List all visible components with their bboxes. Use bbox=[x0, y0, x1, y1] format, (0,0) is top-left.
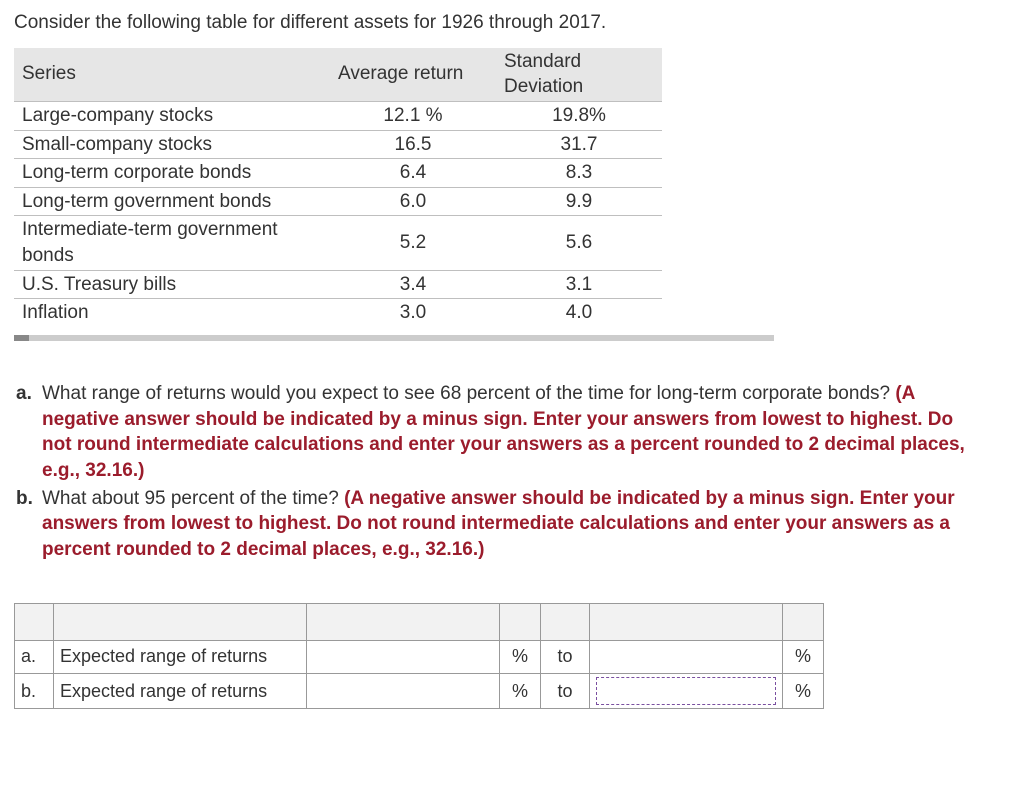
answer-index: a. bbox=[15, 640, 54, 673]
series-cell: Small-company stocks bbox=[14, 130, 330, 159]
answer-table: a. Expected range of returns % to % b. E… bbox=[14, 603, 824, 709]
series-cell: Long-term corporate bonds bbox=[14, 159, 330, 188]
avg-cell: 6.0 bbox=[330, 187, 496, 216]
sd-cell: 4.0 bbox=[496, 299, 662, 327]
series-cell: Inflation bbox=[14, 299, 330, 327]
sd-cell: 9.9 bbox=[496, 187, 662, 216]
table-row: Small-company stocks 16.5 31.7 bbox=[14, 130, 662, 159]
table-row: Long-term government bonds 6.0 9.9 bbox=[14, 187, 662, 216]
to-label: to bbox=[541, 640, 590, 673]
sd-cell: 3.1 bbox=[496, 270, 662, 299]
series-cell: Large-company stocks bbox=[14, 101, 330, 130]
avg-cell: 3.4 bbox=[330, 270, 496, 299]
sd-cell: 8.3 bbox=[496, 159, 662, 188]
sd-cell: 31.7 bbox=[496, 130, 662, 159]
percent-label: % bbox=[500, 673, 541, 708]
header-average-return: Average return bbox=[330, 48, 496, 102]
table-row: Large-company stocks 12.1 % 19.8% bbox=[14, 101, 662, 130]
question-marker: a. bbox=[16, 381, 32, 407]
header-series: Series bbox=[14, 48, 330, 102]
avg-cell: 12.1 % bbox=[330, 101, 496, 130]
asset-returns-table: Series Average return Standard Deviation… bbox=[14, 48, 662, 327]
table-row: Intermediate-term government bonds 5.2 5… bbox=[14, 216, 662, 270]
avg-cell: 6.4 bbox=[330, 159, 496, 188]
header-standard-deviation: Standard Deviation bbox=[496, 48, 662, 102]
answer-b-low-input[interactable] bbox=[313, 681, 497, 703]
answer-label: Expected range of returns bbox=[54, 673, 307, 708]
percent-label: % bbox=[500, 640, 541, 673]
sd-cell: 19.8% bbox=[496, 101, 662, 130]
question-text: What range of returns would you expect t… bbox=[42, 383, 895, 404]
series-cell: Intermediate-term government bonds bbox=[14, 216, 330, 270]
series-cell: Long-term government bonds bbox=[14, 187, 330, 216]
avg-cell: 5.2 bbox=[330, 216, 496, 270]
table-row: U.S. Treasury bills 3.4 3.1 bbox=[14, 270, 662, 299]
answer-index: b. bbox=[15, 673, 54, 708]
answer-label: Expected range of returns bbox=[54, 640, 307, 673]
question-marker: b. bbox=[16, 486, 33, 512]
answer-header-blank bbox=[15, 603, 824, 640]
percent-label: % bbox=[783, 673, 824, 708]
sd-cell: 5.6 bbox=[496, 216, 662, 270]
question-b: b. What about 95 percent of the time? (A… bbox=[42, 486, 1010, 563]
answer-a-low-input[interactable] bbox=[313, 646, 497, 668]
answer-a-high-input[interactable] bbox=[596, 646, 780, 668]
answer-row-b: b. Expected range of returns % to % bbox=[15, 673, 824, 708]
series-cell: U.S. Treasury bills bbox=[14, 270, 330, 299]
answer-b-high-input[interactable] bbox=[598, 681, 778, 703]
avg-cell: 16.5 bbox=[330, 130, 496, 159]
question-a: a. What range of returns would you expec… bbox=[42, 381, 1010, 484]
table-row: Long-term corporate bonds 6.4 8.3 bbox=[14, 159, 662, 188]
percent-label: % bbox=[783, 640, 824, 673]
table-row: Inflation 3.0 4.0 bbox=[14, 299, 662, 327]
divider bbox=[14, 335, 774, 341]
question-text: What about 95 percent of the time? bbox=[42, 488, 344, 509]
answer-row-a: a. Expected range of returns % to % bbox=[15, 640, 824, 673]
question-list: a. What range of returns would you expec… bbox=[14, 381, 1010, 562]
problem-prompt: Consider the following table for differe… bbox=[14, 10, 1010, 36]
to-label: to bbox=[541, 673, 590, 708]
avg-cell: 3.0 bbox=[330, 299, 496, 327]
